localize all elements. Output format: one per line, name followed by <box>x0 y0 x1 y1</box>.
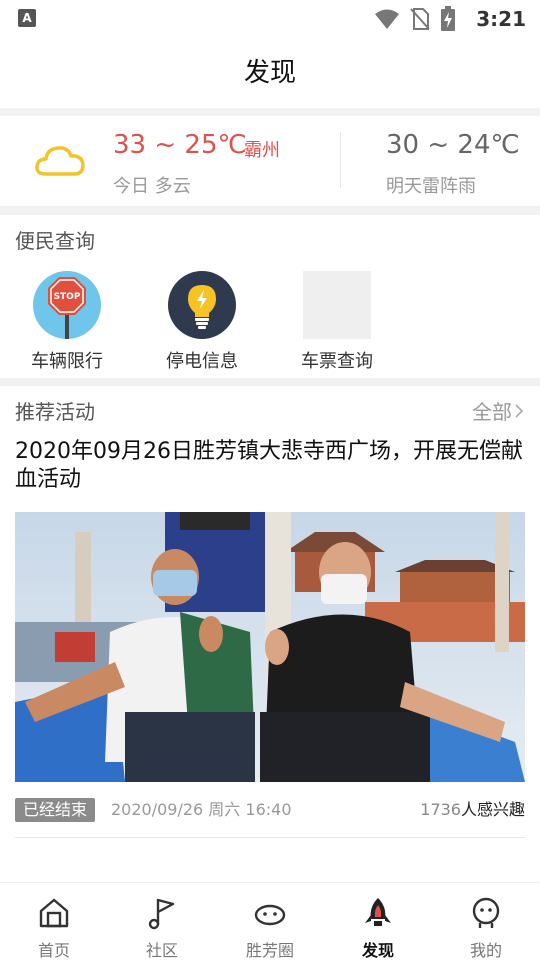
lightbulb-icon <box>168 271 236 339</box>
tab-label: 胜芳圈 <box>245 941 294 960</box>
tab-community[interactable]: 社区 <box>108 883 216 960</box>
community-flag-icon <box>148 898 175 930</box>
activity-title[interactable]: 2020年09月26日胜芳镇大悲寺西广场，开展无偿献血活动 <box>15 438 525 494</box>
svg-text:STOP: STOP <box>54 292 81 302</box>
city-name: 霸州 <box>244 140 280 161</box>
no-sim-icon <box>410 8 430 30</box>
app-notification-icon: A <box>18 9 36 27</box>
tab-label: 发现 <box>361 941 394 960</box>
interest-number: 1736 <box>420 800 461 819</box>
view-all-label: 全部 <box>472 400 512 424</box>
status-time: 3:21 <box>476 7 526 31</box>
service-vehicle-restriction[interactable]: STOP 车辆限行 <box>12 271 122 373</box>
status-icons <box>374 6 456 32</box>
battery-charging-icon <box>441 6 455 31</box>
activities-section: 推荐活动 全部 2020年09月26日胜芳镇大悲寺西广场，开展无偿献血活动 已经… <box>0 386 540 838</box>
tab-label: 社区 <box>145 941 178 960</box>
stop-sign-icon: STOP <box>33 271 101 339</box>
interest-suffix: 人感兴趣 <box>460 800 525 819</box>
services-title: 便民查询 <box>15 229 95 253</box>
activity-datetime: 2020/09/26 周六 16:40 <box>111 800 292 819</box>
weather-divider <box>340 132 341 188</box>
tab-label: 我的 <box>469 941 502 960</box>
chevron-right-icon <box>515 403 524 418</box>
home-icon <box>39 898 69 928</box>
page-title: 发现 <box>243 58 296 88</box>
rocket-icon <box>365 898 391 926</box>
tab-shengfang-circle[interactable]: 胜芳圈 <box>216 883 324 960</box>
service-label: 车辆限行 <box>31 351 103 372</box>
activity-meta: 已经结束 2020/09/26 周六 16:40 1736人感兴趣 <box>15 798 525 822</box>
today-weather-desc: 今日 多云 <box>113 176 191 197</box>
interest-count: 1736人感兴趣 <box>420 798 525 822</box>
status-bar: A 3:21 <box>0 0 540 38</box>
content-spacer <box>0 838 540 882</box>
service-power-outage[interactable]: 停电信息 <box>147 271 257 373</box>
tab-profile[interactable]: 我的 <box>432 883 540 960</box>
service-label: 车票查询 <box>301 351 373 372</box>
tomorrow-temperature: 30 ~ 24℃ <box>386 130 520 160</box>
tab-label: 首页 <box>37 941 70 960</box>
activity-photo[interactable] <box>15 512 525 782</box>
services-section: 便民查询 STOP 车辆限行 停电信息 车票查询 <box>0 215 540 378</box>
tomorrow-weather-desc: 明天雷阵雨 <box>386 176 476 197</box>
service-ticket-query[interactable]: 车票查询 <box>282 271 392 373</box>
cloud-icon <box>35 146 85 176</box>
ticket-placeholder-icon <box>303 271 371 339</box>
bottom-tab-bar: 首页 社区 胜芳圈 发现 我的 <box>0 882 540 960</box>
page-header: 发现 <box>0 38 540 108</box>
status-badge: 已经结束 <box>15 798 96 822</box>
activities-title: 推荐活动 <box>15 400 95 424</box>
profile-icon <box>472 897 500 928</box>
today-temperature: 33 ~ 25℃ <box>113 130 247 160</box>
planet-icon <box>254 904 286 926</box>
view-all-link[interactable]: 全部 <box>472 396 524 425</box>
tab-discover[interactable]: 发现 <box>324 883 432 960</box>
weather-card[interactable]: 33 ~ 25℃ 霸州 今日 多云 30 ~ 24℃ 明天雷阵雨 <box>0 116 540 206</box>
tab-home[interactable]: 首页 <box>0 883 108 960</box>
service-label: 停电信息 <box>166 351 238 372</box>
wifi-icon <box>375 9 399 29</box>
